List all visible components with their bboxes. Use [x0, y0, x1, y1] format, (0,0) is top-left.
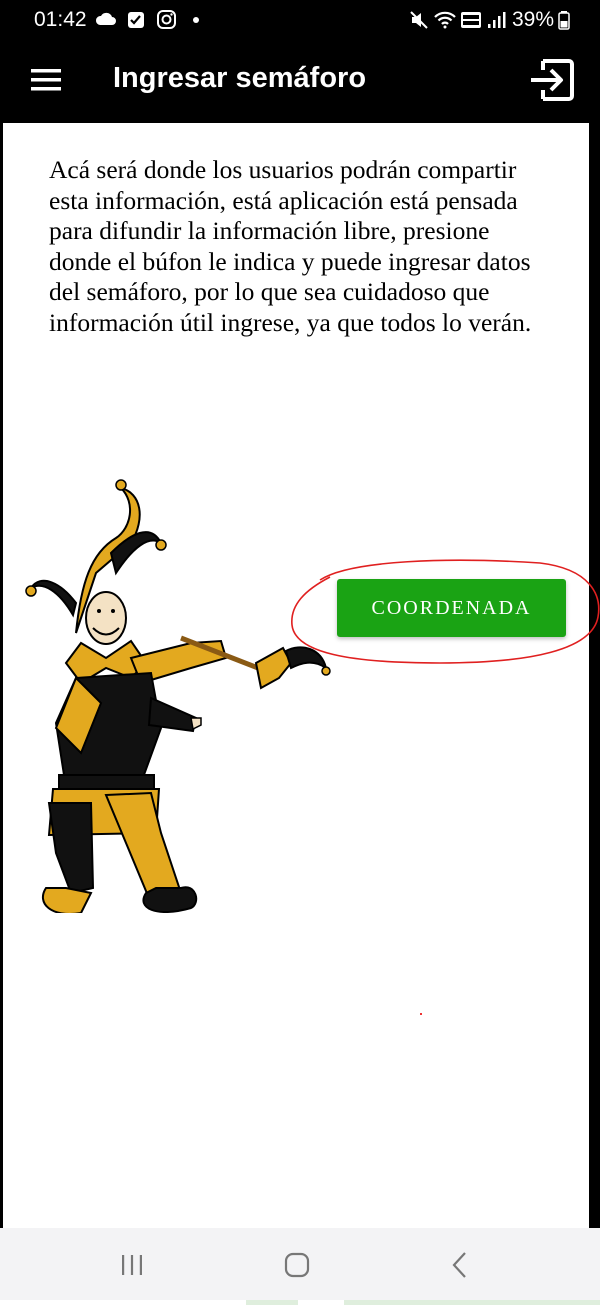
signal-icon	[486, 10, 508, 30]
status-bar: 01:42 39%	[0, 0, 600, 40]
logout-icon[interactable]	[527, 57, 575, 103]
hamburger-menu-icon[interactable]	[28, 62, 64, 98]
main-content: Acá será donde los usuarios podrán compa…	[3, 123, 589, 1228]
coordenada-annotation: COORDENADA	[290, 555, 600, 667]
home-icon[interactable]	[282, 1250, 312, 1280]
mute-icon	[408, 10, 430, 30]
dot-icon	[185, 10, 207, 30]
checkbox-icon	[125, 10, 147, 30]
status-time: 01:42	[34, 8, 87, 31]
instagram-icon	[155, 10, 177, 30]
intro-text: Acá será donde los usuarios podrán compa…	[49, 155, 532, 337]
page-title: Ingresar semáforo	[113, 62, 367, 94]
app-bar: Ingresar semáforo	[0, 40, 600, 122]
wifi-icon	[434, 10, 456, 30]
coordenada-button[interactable]: COORDENADA	[337, 579, 566, 637]
system-nav-bar	[0, 1228, 600, 1300]
cloud-icon	[95, 10, 117, 30]
status-right: 39%	[408, 8, 570, 32]
bottom-strip	[0, 1300, 600, 1305]
recents-icon[interactable]	[117, 1250, 147, 1280]
red-dot-mark	[420, 1013, 422, 1015]
status-left: 01:42	[34, 8, 207, 32]
jester-illustration	[21, 463, 341, 913]
battery-percent: 39%	[511, 8, 554, 31]
battery-icon	[558, 10, 570, 30]
volte-icon	[460, 10, 482, 30]
back-icon[interactable]	[446, 1250, 476, 1280]
